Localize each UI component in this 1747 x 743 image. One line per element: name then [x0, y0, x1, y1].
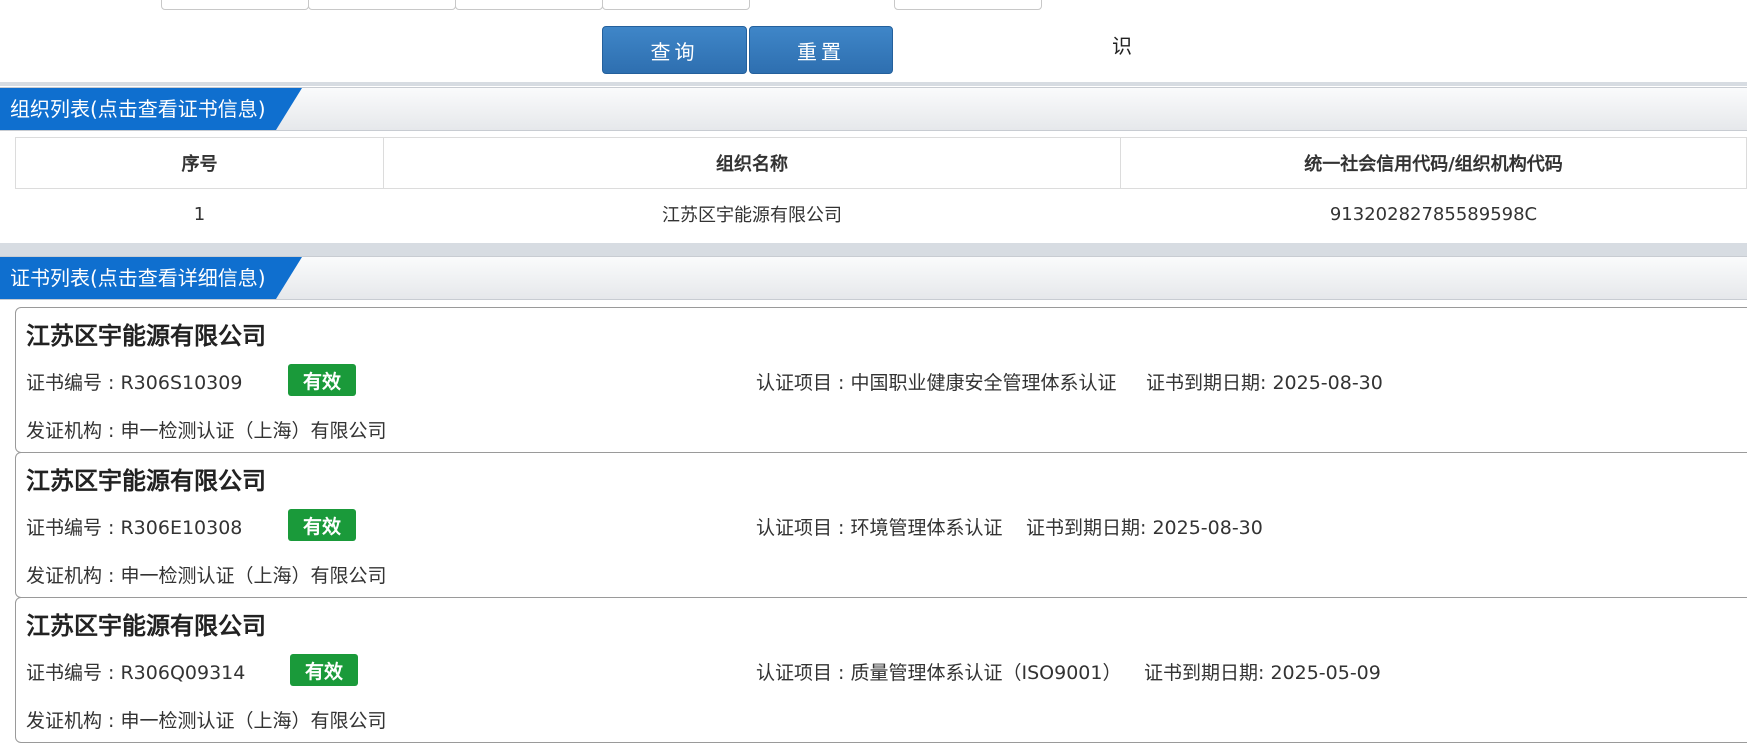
cert-expiry: 证书到期日期: 2025-08-30	[1146, 372, 1383, 394]
cert-card[interactable]: 江苏区宇能源有限公司 证书编号 : R306S10309 有效 认证项目 : 中…	[15, 307, 1747, 453]
cert-section-header: 证书列表(点击查看详细信息)	[0, 256, 1747, 300]
cert-project: 认证项目 : 环境管理体系认证	[756, 517, 1003, 539]
cert-expiry: 证书到期日期: 2025-08-30	[1026, 517, 1263, 539]
search-field-5[interactable]	[894, 0, 1042, 10]
reset-button[interactable]: 重置	[749, 26, 893, 74]
org-table: 序号 组织名称 统一社会信用代码/组织机构代码 1 江苏区宇能源有限公司 913…	[15, 137, 1747, 239]
cert-section-title: 证书列表(点击查看详细信息)	[0, 257, 302, 299]
row-index: 1	[193, 203, 206, 225]
divider	[0, 243, 1747, 256]
search-field-3[interactable]	[455, 0, 603, 10]
row-org-code: 91320282785589598C	[1329, 203, 1538, 225]
status-badge: 有效	[288, 364, 356, 396]
column-header-code: 统一社会信用代码/组织机构代码	[1120, 137, 1747, 189]
search-field-1[interactable]	[161, 0, 309, 10]
cert-issuer: 发证机构 : 申一检测认证（上海）有限公司	[26, 420, 387, 442]
status-badge: 有效	[290, 654, 358, 686]
cert-company-name: 江苏区宇能源有限公司	[26, 612, 266, 640]
cert-number: 证书编号 : R306E10308	[26, 517, 243, 539]
query-button[interactable]: 查询	[602, 26, 747, 74]
cert-card[interactable]: 江苏区宇能源有限公司 证书编号 : R306Q09314 有效 认证项目 : 质…	[15, 597, 1747, 743]
divider	[0, 82, 1747, 86]
cert-card[interactable]: 江苏区宇能源有限公司 证书编号 : R306E10308 有效 认证项目 : 环…	[15, 452, 1747, 598]
cert-number: 证书编号 : R306S10309	[26, 372, 243, 394]
cert-project: 认证项目 : 中国职业健康安全管理体系认证	[756, 372, 1117, 394]
stray-text: 识	[1112, 34, 1132, 58]
cert-number: 证书编号 : R306Q09314	[26, 662, 246, 684]
column-header-name: 组织名称	[383, 137, 1121, 189]
org-section-header: 组织列表(点击查看证书信息)	[0, 87, 1747, 131]
cert-company-name: 江苏区宇能源有限公司	[26, 467, 266, 495]
search-field-4[interactable]	[602, 0, 750, 10]
table-row[interactable]: 1 江苏区宇能源有限公司 91320282785589598C	[16, 189, 1747, 240]
column-header-index: 序号	[15, 137, 384, 189]
org-table-header: 序号 组织名称 统一社会信用代码/组织机构代码	[15, 137, 1747, 189]
search-form-fields	[0, 0, 1747, 10]
search-field-2[interactable]	[308, 0, 456, 10]
status-badge: 有效	[288, 509, 356, 541]
cert-project: 认证项目 : 质量管理体系认证（ISO9001）	[756, 662, 1122, 684]
cert-company-name: 江苏区宇能源有限公司	[26, 322, 266, 350]
row-org-name[interactable]: 江苏区宇能源有限公司	[384, 189, 1121, 240]
cert-issuer: 发证机构 : 申一检测认证（上海）有限公司	[26, 565, 387, 587]
cert-expiry: 证书到期日期: 2025-05-09	[1144, 662, 1381, 684]
org-section-title: 组织列表(点击查看证书信息)	[0, 88, 302, 130]
